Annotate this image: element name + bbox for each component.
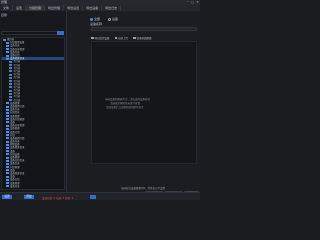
checkbox[interactable]: [133, 36, 136, 40]
combo-button[interactable]: [57, 31, 64, 35]
radio-dot[interactable]: [90, 17, 93, 21]
check-monitor-label: 开启监控设备: [94, 37, 110, 40]
left-panel-header: 目录: [0, 11, 67, 18]
radio-all-label: 全部: [94, 17, 101, 21]
window-controls: ─ □ ✕: [186, 1, 199, 4]
tree-item[interactable]: 设备目录: [2, 185, 64, 188]
check-monitor[interactable]: 开启监控设备: [91, 36, 110, 40]
checkbox[interactable]: [91, 36, 94, 40]
directory-combo[interactable]: [1, 31, 64, 35]
check-auto-upload-label: 自动上传: [118, 37, 129, 40]
left-panel-title: 目录: [1, 12, 8, 17]
options-checkboxes: 开启监控设备 自动上传 记录原始数据: [91, 36, 152, 40]
directory-tree[interactable]: 根目录 分组管理设备 设备目录 设备目录管理 设备目录 设备分组 设备管理目录 子目录 子目录子…: [1, 37, 65, 190]
radio-all[interactable]: 全部: [90, 17, 100, 21]
empty-hint-line3: 添加设备后点击刷新按钮即可显示: [106, 106, 144, 109]
monitor-status-text: 当前监控设备数量为0，并开启以下设置: [121, 187, 166, 190]
device-count-status: 设备总数: 0 在线: 0 离线: 0: [42, 196, 74, 200]
tree-item-label: 设备目录: [10, 184, 20, 188]
radio-device[interactable]: 设备: [108, 17, 118, 21]
close-icon[interactable]: ✕: [196, 1, 199, 4]
right-panel: 全部 设备 设备名称 开启监控设备 自动上传 记录原始数据 当前设备的数据为空，…: [68, 11, 200, 197]
check-raw-data-label: 记录原始数据: [136, 37, 152, 40]
bottom-action-button[interactable]: [90, 195, 96, 199]
device-name-field[interactable]: [91, 27, 197, 31]
maximize-icon[interactable]: □: [191, 1, 194, 4]
bottom-settings-button[interactable]: 设置: [2, 195, 12, 199]
minimize-icon[interactable]: ─: [186, 1, 189, 4]
bottom-bar: 设置 添加 设备总数: 0 在线: 0 离线: 0: [0, 192, 200, 200]
filter-radios: 全部 设备: [90, 17, 118, 21]
check-auto-upload[interactable]: 自动上传: [114, 36, 129, 40]
radio-dot[interactable]: [108, 17, 112, 21]
left-panel: 目录 根目录 分组管理设备 设备目录 设备目录管理 设备目录 设备分组 设备管理目录 子目录子…: [0, 11, 67, 192]
bottom-add-button[interactable]: 添加: [24, 195, 34, 199]
app-window: 管理 ─ □ ✕ 文件 设置 分组管理 导出管理 导出设置 导出设备 导出日志 …: [0, 0, 200, 200]
device-content-area: [91, 41, 197, 164]
checkbox[interactable]: [114, 36, 118, 40]
check-raw-data[interactable]: 记录原始数据: [133, 36, 152, 40]
radio-device-label: 设备: [112, 17, 119, 21]
device-name-label: 设备名称: [90, 22, 103, 26]
folder-icon: [6, 185, 9, 188]
